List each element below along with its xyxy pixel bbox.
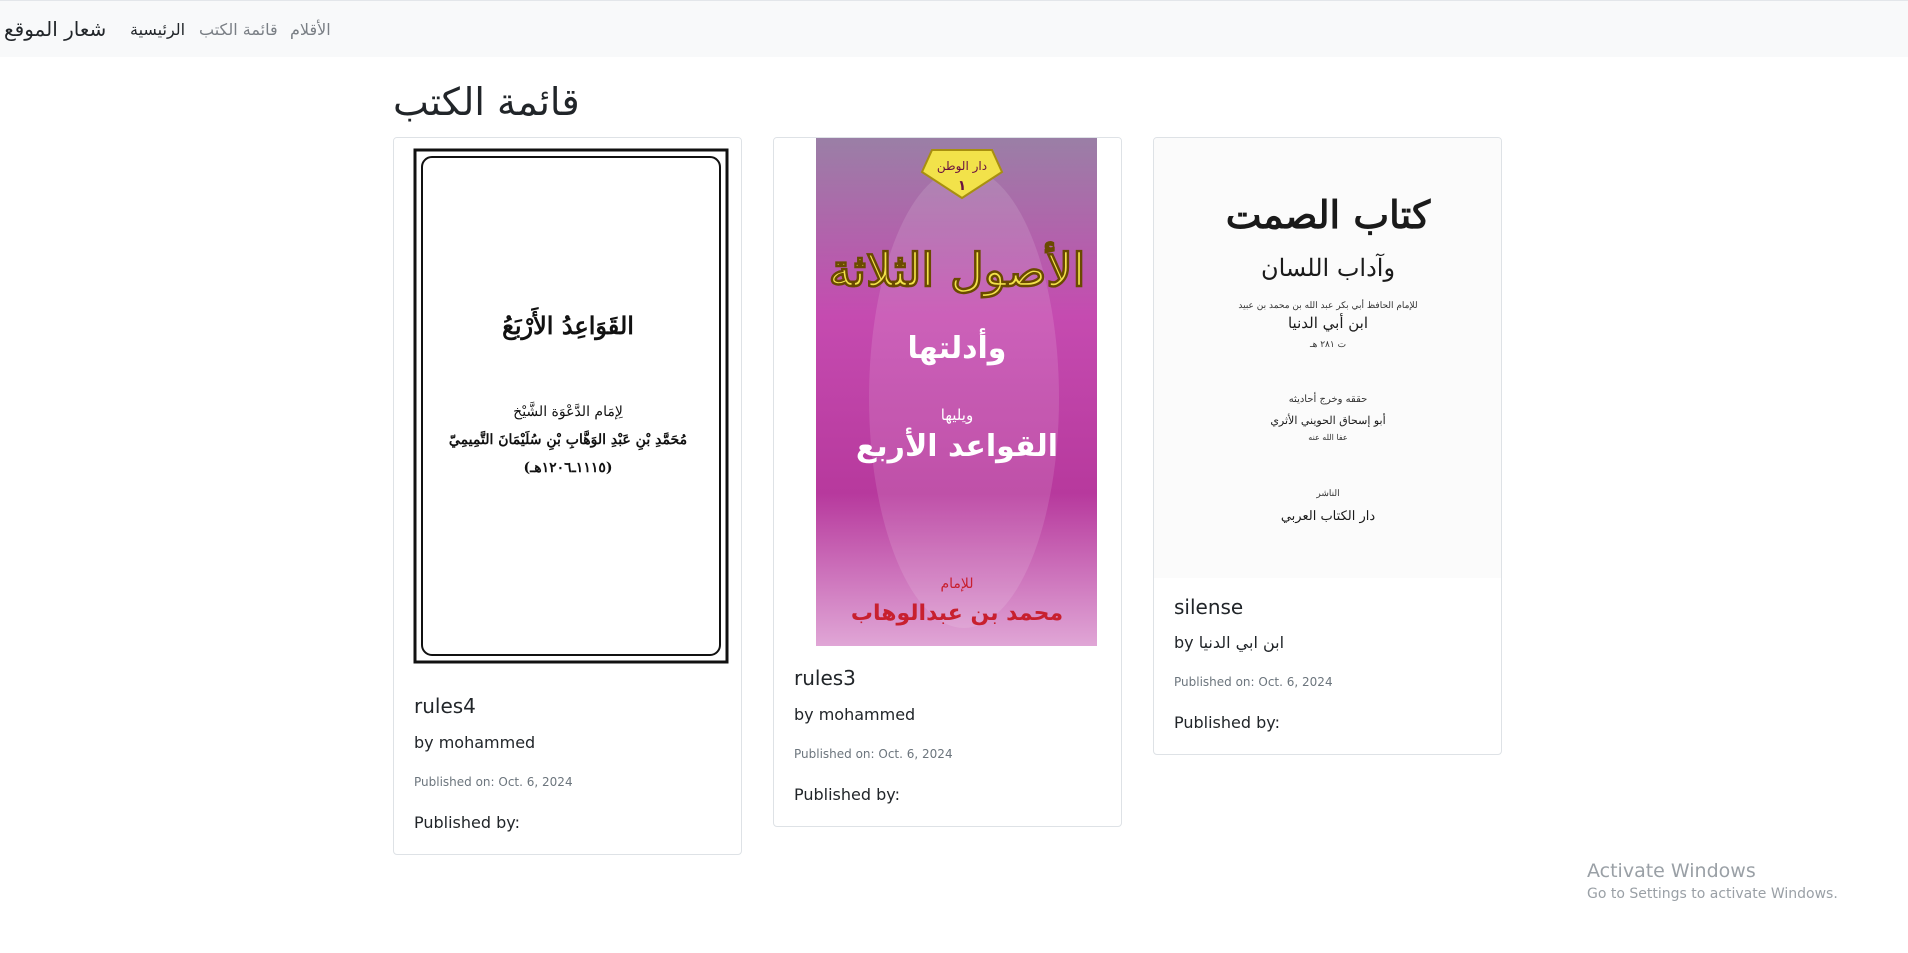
cover-line-text: عفا الله عنه bbox=[1308, 433, 1347, 442]
cover-badge-number: ١ bbox=[958, 178, 967, 194]
watermark-subtitle: Go to Settings to activate Windows. bbox=[1587, 886, 1838, 902]
book-author: by ابن ابي الدنيا bbox=[1174, 633, 1285, 652]
cover-second-title-text: القواعد الأربع bbox=[856, 427, 1058, 464]
watermark-title: Activate Windows bbox=[1587, 860, 1756, 882]
cover-badge-text: دار الوطن bbox=[937, 159, 987, 174]
cover-title-text: الأصول الثلاثة bbox=[829, 241, 1086, 298]
cover-line-text: ويليها bbox=[941, 406, 973, 424]
cover-line-text: الناشر bbox=[1315, 489, 1339, 499]
cover-author-text: محمد بن عبدالوهاب bbox=[851, 601, 1063, 626]
cover-line-text: حققه وخرج أحاديثه bbox=[1289, 392, 1368, 405]
cover-subtitle-text: وأدلتها bbox=[908, 328, 1007, 366]
cover-line-text: مُحَمَّدِ بْنِ عَبْدِ الوَهَّابِ بْنِ سُ… bbox=[449, 430, 687, 451]
book-date: Published on: Oct. 6, 2024 bbox=[1174, 675, 1333, 689]
book-author: by mohammed bbox=[414, 733, 536, 752]
book-publisher: Published by: bbox=[794, 785, 900, 804]
book-card-rules3[interactable]: دار الوطن ١ الأصول الثلاثة وأدلتها ويليه… bbox=[773, 137, 1122, 827]
book-card-rules4[interactable]: القَوَاعِدُ الأَرْبَعُ لِإمَام الدَّعْوَ… bbox=[393, 137, 742, 855]
book-cover-image[interactable]: القَوَاعِدُ الأَرْبَعُ لِإمَام الدَّعْوَ… bbox=[394, 138, 741, 678]
cover-line-text: ابن أبي الدنيا bbox=[1288, 313, 1368, 332]
book-publisher: Published by: bbox=[1174, 713, 1280, 732]
cover-title-text: كتاب الصمت bbox=[1226, 192, 1431, 237]
navbar: شعار الموقع الرئيسية قائمة الكتب الأقلام bbox=[0, 0, 1908, 57]
book-title[interactable]: rules3 bbox=[794, 666, 856, 690]
navbar-brand[interactable]: شعار الموقع bbox=[4, 17, 106, 41]
cover-title-text: القَوَاعِدُ الأَرْبَعُ bbox=[502, 306, 634, 341]
book-author: by mohammed bbox=[794, 705, 916, 724]
book-title[interactable]: silense bbox=[1174, 595, 1243, 619]
cover-line-text: دار الكتاب العربي bbox=[1281, 509, 1375, 524]
cover-line-text: لِإمَام الدَّعْوَة الشَّيْخ bbox=[513, 402, 623, 420]
book-publisher: Published by: bbox=[414, 813, 520, 832]
book-date: Published on: Oct. 6, 2024 bbox=[794, 747, 953, 761]
book-cover-image[interactable]: كتاب الصمت وآداب اللسان للإمام الحافظ أب… bbox=[1154, 138, 1501, 578]
book-cover-image[interactable]: دار الوطن ١ الأصول الثلاثة وأدلتها ويليه… bbox=[774, 138, 1121, 648]
cover-line-text: ت ٢٨١ هـ bbox=[1309, 340, 1346, 350]
book-card-silense[interactable]: كتاب الصمت وآداب اللسان للإمام الحافظ أب… bbox=[1153, 137, 1502, 755]
cover-subtitle-text: وآداب اللسان bbox=[1261, 253, 1395, 282]
nav-link-pens[interactable]: الأقلام bbox=[290, 20, 331, 39]
activate-windows-watermark: Activate Windows Go to Settings to activ… bbox=[1587, 860, 1838, 902]
nav-link-book-list[interactable]: قائمة الكتب bbox=[199, 20, 278, 39]
cover-line-text: للإمام bbox=[940, 576, 973, 592]
book-title[interactable]: rules4 bbox=[414, 694, 476, 718]
book-date: Published on: Oct. 6, 2024 bbox=[414, 775, 573, 789]
cover-line-text: (١١١٥ـ١٢٠٦هـ) bbox=[524, 460, 613, 476]
cover-line-text: أبو إسحاق الحويني الأثري bbox=[1270, 413, 1385, 427]
nav-link-home[interactable]: الرئيسية bbox=[130, 20, 185, 39]
page-title: قائمة الكتب bbox=[393, 80, 580, 124]
